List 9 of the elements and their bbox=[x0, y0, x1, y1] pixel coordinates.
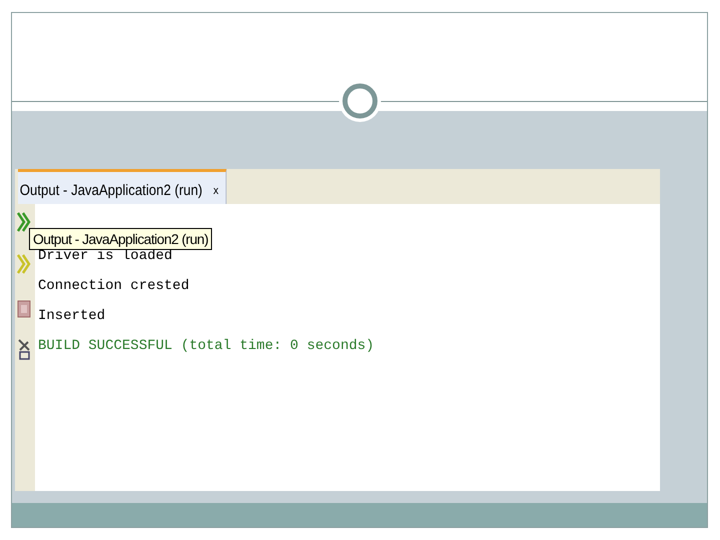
output-line: Driver is loaded bbox=[38, 248, 174, 266]
tooltip: Output - JavaApplication2 (run) bbox=[29, 228, 212, 250]
output-line: Inserted bbox=[38, 308, 106, 326]
output-line: BUILD SUCCESSFUL (total time: 0 seconds) bbox=[38, 338, 374, 356]
close-icon[interactable]: x bbox=[213, 184, 219, 196]
rerun-icon[interactable] bbox=[17, 212, 31, 232]
output-line: Connection crested bbox=[38, 278, 190, 296]
stop-icon[interactable] bbox=[17, 300, 31, 318]
output-tab[interactable]: Output - JavaApplication2 (run) x bbox=[18, 169, 227, 204]
